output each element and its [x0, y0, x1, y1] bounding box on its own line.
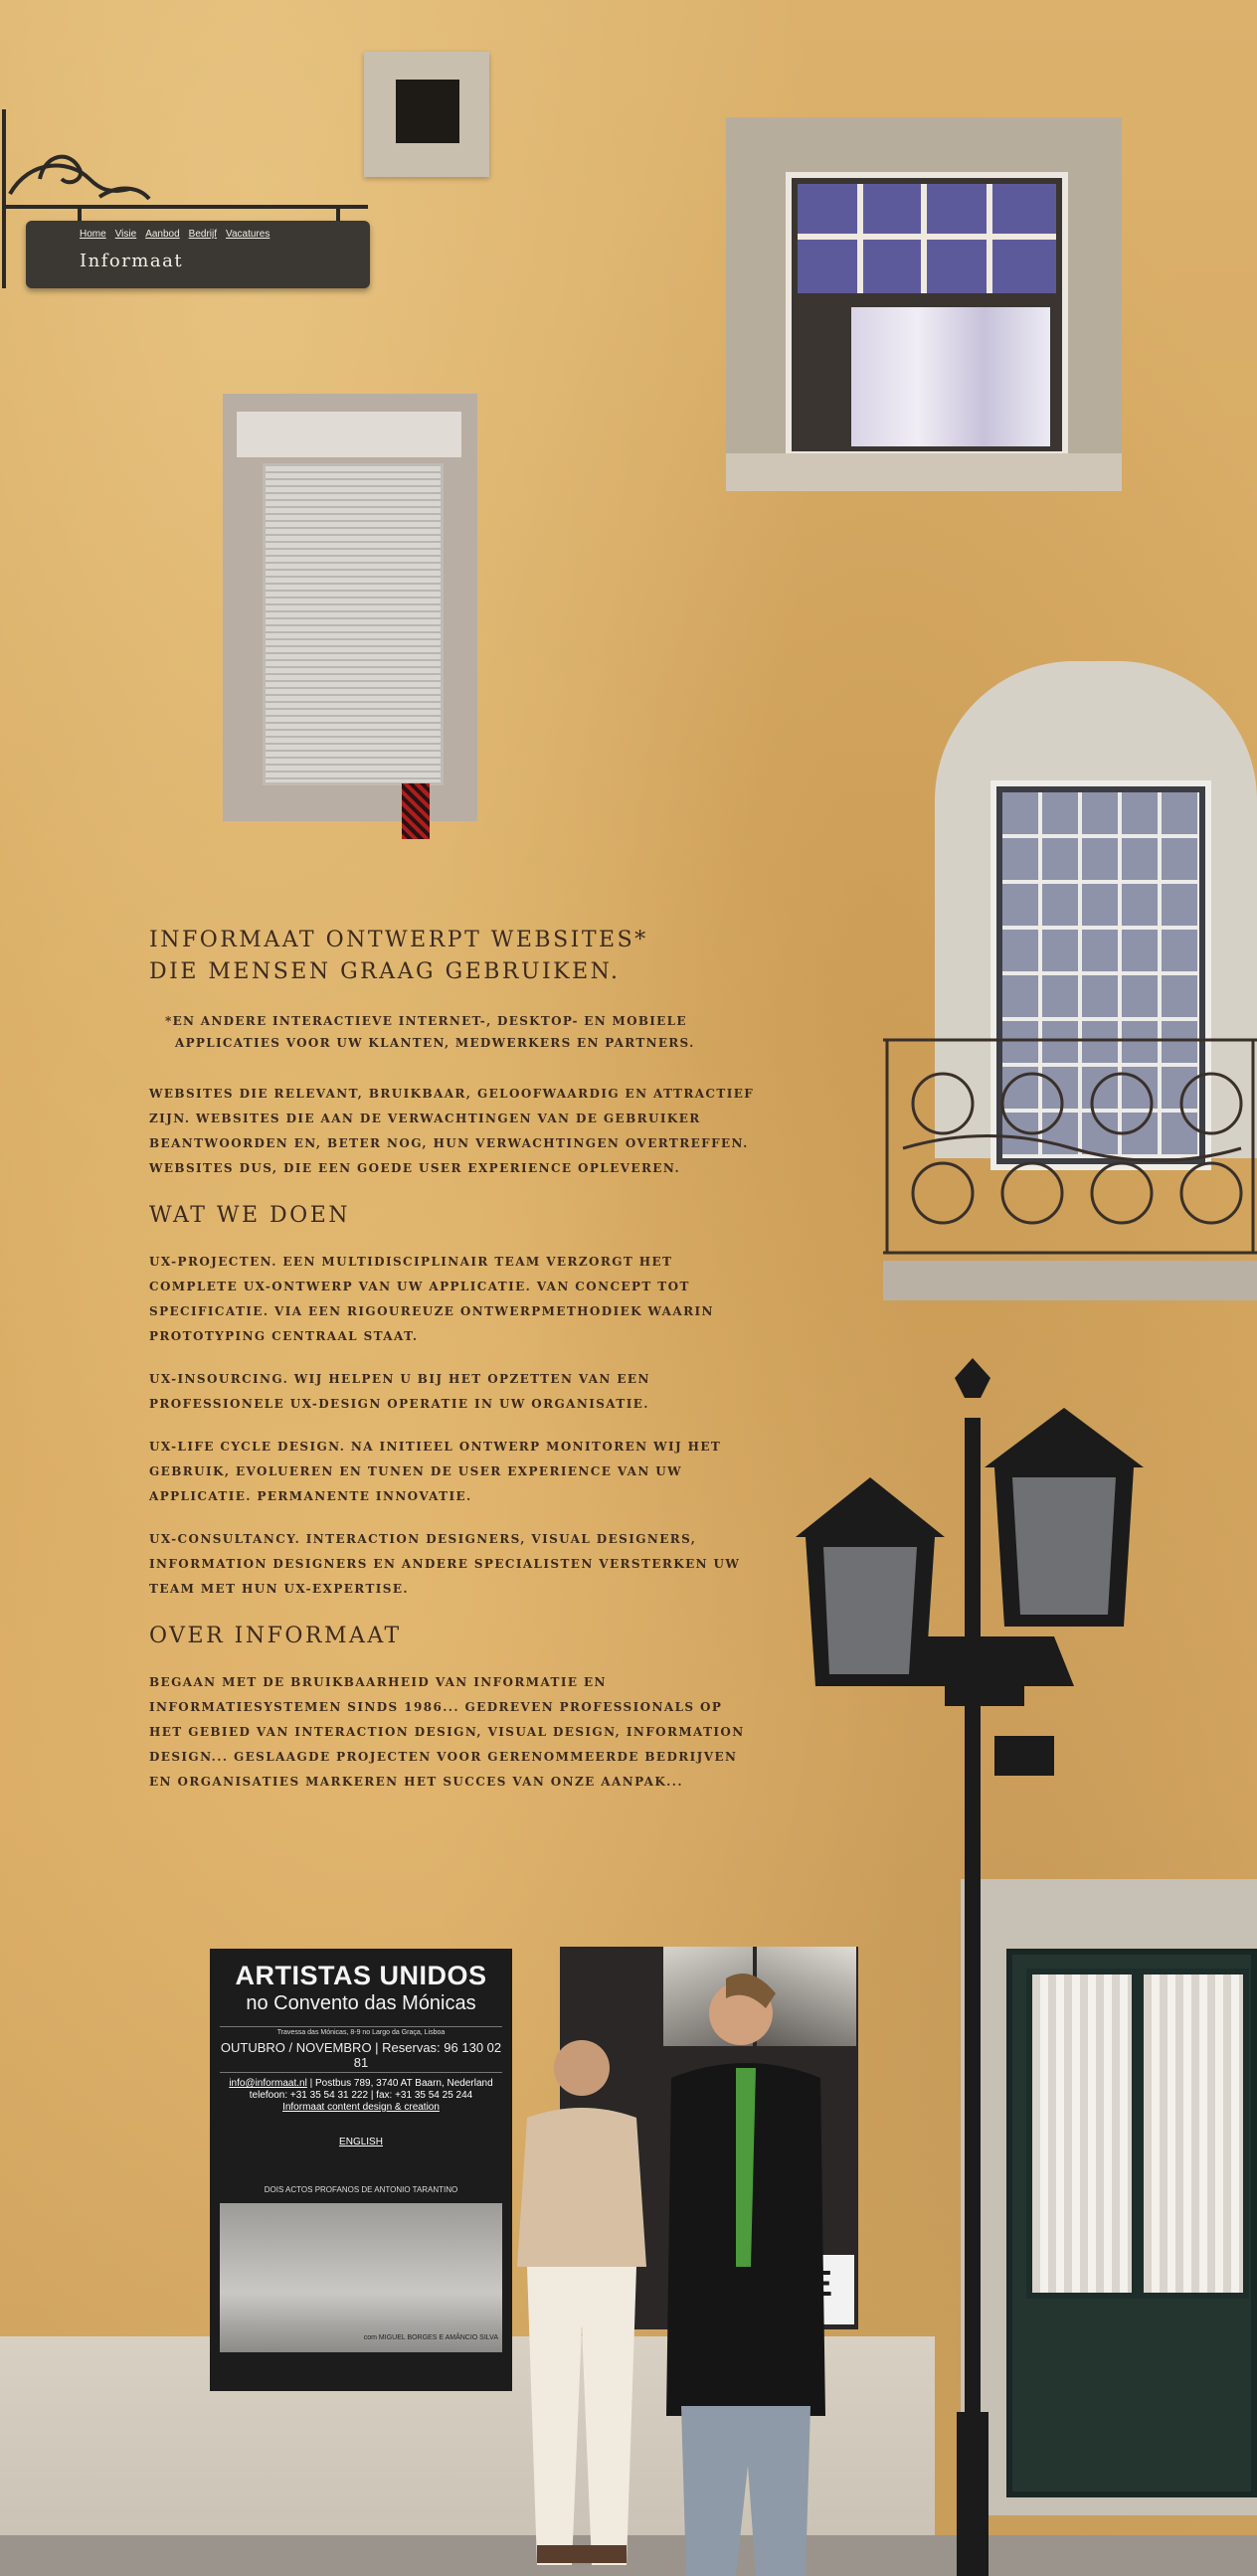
intro-paragraph: WEBSITES DIE RELEVANT, BRUIKBAAR, GELOOF…: [149, 1087, 755, 1175]
over-paragraph: BEGAAN MET DE BRUIKBAARHEID VAN INFORMAT…: [149, 1675, 745, 1789]
contact-address: Postbus 789, 3740 AT Baarn, Nederland: [315, 2078, 493, 2089]
english-link[interactable]: ENGLISH: [339, 2137, 383, 2147]
service-ux-insourcing: UX-INSOURCING. WIJ HELPEN U BIJ HET OPZE…: [149, 1372, 650, 1411]
section-heading-over-informaat: OVER INFORMAAT: [149, 1624, 402, 1648]
contact-poster: ARTISTAS UNIDOS no Convento das Mónicas …: [210, 1949, 512, 2391]
tagline-footnote: *EN ANDERE INTERACTIEVE INTERNET-, DESKT…: [165, 1014, 695, 1050]
poster-subtitle: no Convento das Mónicas: [246, 1992, 476, 2014]
nav-bedrijf[interactable]: Bedrijf: [189, 229, 217, 240]
main-nav: Home Visie Aanbod Bedrijf Vacatures: [80, 229, 269, 240]
nav-home[interactable]: Home: [80, 229, 106, 240]
tagline: INFORMAAT ONTWERPT WEBSITES* DIE MENSEN …: [149, 925, 756, 988]
contact-phone-fax: telefoon: +31 35 54 31 222 | fax: +31 35…: [249, 2090, 473, 2101]
poster-photo: [220, 2203, 502, 2352]
section-heading-wat-we-doen: WAT WE DOEN: [149, 1203, 351, 1228]
nav-visie[interactable]: Visie: [115, 229, 137, 240]
credit-link[interactable]: Informaat content design & creation: [282, 2102, 440, 2113]
balcony-slab: [883, 1261, 1257, 1300]
poster-title: ARTISTAS UNIDOS: [235, 1961, 487, 1990]
poster-dates: OUTUBRO / NOVEMBRO | Reservas: 96 130 02…: [220, 2040, 502, 2073]
signboard: Home Visie Aanbod Bedrijf Vacatures Info…: [26, 221, 370, 288]
main-content: INFORMAAT ONTWERPT WEBSITES* DIE MENSEN …: [149, 925, 756, 1795]
service-ux-projecten: UX-PROJECTEN. EEN MULTIDISCIPLINAIR TEAM…: [149, 1255, 714, 1343]
person-right-image: [666, 1974, 825, 2576]
brand-title: Informaat: [80, 251, 184, 271]
street-lamp-image: [796, 1358, 1144, 2576]
service-ux-consultancy: UX-CONSULTANCY. INTERACTION DESIGNERS, V…: [149, 1532, 741, 1596]
poster-photo-credit: com MIGUEL BORGES E AMÂNCIO SILVA: [363, 2334, 498, 2341]
contact-email-link[interactable]: info@informaat.nl: [229, 2078, 307, 2089]
contact-block: info@informaat.nl | Postbus 789, 3740 AT…: [220, 2078, 502, 2114]
shutter-window-image: [223, 394, 477, 839]
poster-venue: Travessa das Mónicas, 8-9 no Largo da Gr…: [220, 2026, 502, 2036]
nav-vacatures[interactable]: Vacatures: [226, 229, 269, 240]
poster-play-line: DOIS ACTOS PROFANOS DE ANTONIO TARANTINO: [264, 2185, 458, 2194]
service-ux-life-cycle: UX-LIFE CYCLE DESIGN. NA INITIEEL ONTWER…: [149, 1440, 722, 1503]
person-left-image: [517, 2040, 646, 2565]
tagline-line-1: INFORMAAT ONTWERPT WEBSITES*: [149, 928, 648, 952]
tagline-line-2: DIE MENSEN GRAAG GEBRUIKEN.: [149, 959, 621, 984]
nav-aanbod[interactable]: Aanbod: [145, 229, 179, 240]
curtain-window-image: [726, 117, 1122, 491]
small-window-image: [364, 52, 489, 177]
